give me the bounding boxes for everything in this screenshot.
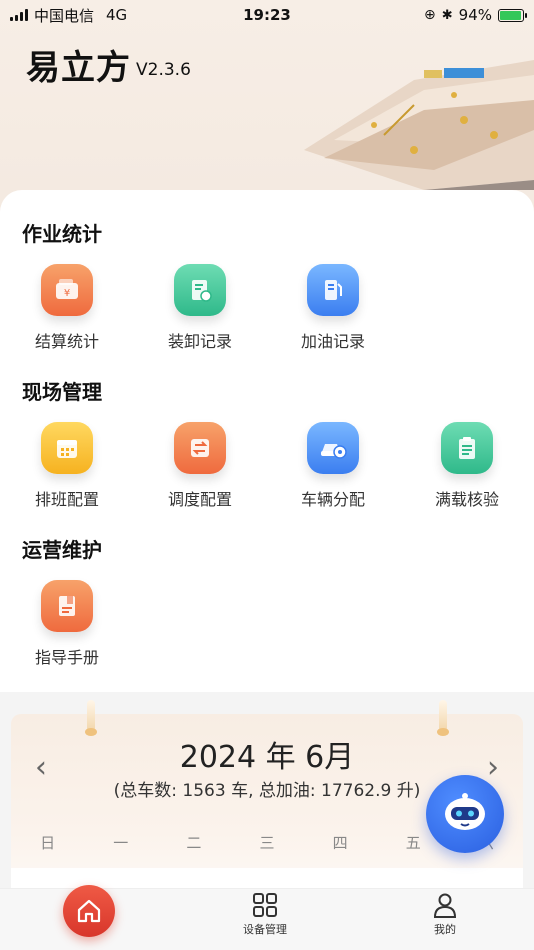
battery-percent: 94% — [458, 6, 492, 24]
network-label: 4G — [106, 6, 128, 24]
calendar-pin — [85, 700, 97, 736]
user-icon — [433, 893, 457, 918]
tab-mine-label: 我的 — [434, 923, 456, 936]
calendar-pin — [437, 700, 449, 736]
calendar-month-title: 2024 年 6月 — [179, 740, 355, 775]
section-title-statistics: 作业统计 — [22, 222, 102, 246]
swap-icon — [174, 422, 226, 474]
robot-icon — [445, 793, 485, 830]
weekday-label: 一 — [113, 834, 129, 852]
fuel-pump-icon — [307, 264, 359, 316]
shift-config-label: 排班配置 — [34, 490, 99, 509]
app-title: 易立方 — [26, 48, 131, 88]
tab-mine[interactable]: 我的 — [431, 891, 459, 937]
weekday-label: 日 — [40, 834, 56, 852]
dispatch-config-button[interactable]: 调度配置 — [145, 422, 255, 510]
settlement-statistics-button[interactable]: ¥ 结算统计 — [12, 264, 122, 352]
guide-manual-label: 指导手册 — [34, 648, 99, 667]
weekday-label: 四 — [332, 834, 348, 852]
clipboard-icon — [441, 422, 493, 474]
battery-icon — [498, 8, 527, 22]
car-gear-icon — [307, 422, 359, 474]
loading-records-button[interactable]: 装卸记录 — [145, 264, 255, 352]
assistant-robot-button[interactable] — [426, 775, 504, 853]
vehicle-assignment-label: 车辆分配 — [300, 490, 365, 509]
manual-icon — [41, 580, 93, 632]
wallet-icon: ¥ — [41, 264, 93, 316]
calendar-icon — [41, 422, 93, 474]
clock: 19:23 — [243, 6, 291, 24]
section-title-site-management: 现场管理 — [22, 380, 102, 404]
function-card: 作业统计 ¥ 结算统计 装卸记录 加油记录 现场管理 排班配置 调度配置 车辆分… — [0, 190, 534, 692]
mining-site-illustration — [304, 60, 534, 190]
weekday-label: 三 — [259, 834, 275, 852]
tab-device-management[interactable]: 设备管理 — [243, 891, 287, 937]
grid-icon — [253, 893, 277, 917]
full-load-verification-label: 满载核验 — [434, 490, 499, 509]
home-icon — [77, 899, 101, 923]
orientation-lock-icon: ⊕ — [424, 7, 436, 23]
loading-records-label: 装卸记录 — [167, 332, 232, 351]
svg-text:¥: ¥ — [64, 288, 70, 299]
document-clock-icon — [174, 264, 226, 316]
vehicle-assignment-button[interactable]: 车辆分配 — [278, 422, 388, 510]
signal-icon — [10, 9, 28, 21]
settlement-statistics-label: 结算统计 — [34, 332, 99, 351]
weekday-label: 二 — [186, 834, 202, 852]
section-title-operations: 运营维护 — [22, 538, 102, 562]
tab-home[interactable] — [63, 885, 115, 937]
bottom-tab-bar: 设备管理 我的 — [0, 885, 534, 950]
dispatch-config-label: 调度配置 — [167, 490, 232, 509]
status-bar: 中国电信 4G 19:23 ⊕ ✱ 94% — [0, 0, 534, 30]
full-load-verification-button[interactable]: 满载核验 — [412, 422, 522, 510]
shift-config-button[interactable]: 排班配置 — [12, 422, 122, 510]
carrier-label: 中国电信 — [34, 6, 95, 25]
tab-device-management-label: 设备管理 — [243, 923, 287, 936]
app-version: V2.3.6 — [136, 60, 191, 80]
fuel-records-label: 加油记录 — [300, 332, 365, 351]
guide-manual-button[interactable]: 指导手册 — [12, 580, 122, 668]
bluetooth-icon: ✱ — [441, 7, 453, 23]
fuel-records-button[interactable]: 加油记录 — [278, 264, 388, 352]
